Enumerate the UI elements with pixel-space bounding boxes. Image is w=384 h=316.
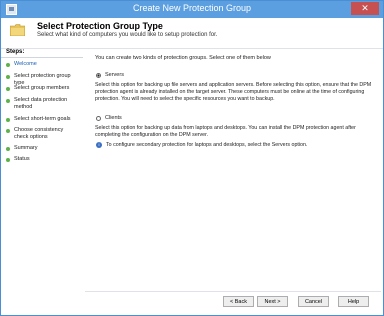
clients-description: Select this option for backing up data f…	[95, 125, 356, 138]
servers-option-label[interactable]: Servers	[105, 72, 124, 78]
window-title: Create New Protection Group	[132, 3, 252, 13]
cancel-button[interactable]: Cancel	[298, 296, 329, 307]
clients-radio[interactable]	[96, 116, 101, 121]
page-subtitle: Select what kind of computers you would …	[37, 32, 218, 38]
step-complete-icon	[6, 75, 10, 79]
step-complete-icon	[6, 147, 10, 151]
footer-divider	[85, 291, 381, 292]
help-button[interactable]: Help	[338, 296, 369, 307]
intro-text: You can create two kinds of protection g…	[95, 55, 271, 61]
step-label: Choose consistency check options	[14, 127, 64, 140]
step-label: Status	[14, 156, 30, 162]
page-title: Select Protection Group Type	[37, 21, 163, 31]
step-complete-icon	[6, 63, 10, 67]
folder-icon	[10, 24, 25, 36]
step-complete-icon	[6, 87, 10, 91]
close-button[interactable]: ✕	[351, 2, 379, 15]
step-label: Select short-term goals	[14, 116, 71, 122]
step-complete-icon	[6, 129, 10, 133]
info-text: To configure secondary protection for la…	[106, 142, 308, 148]
next-button[interactable]: Next >	[257, 296, 288, 307]
wizard-window: Create New Protection Group ✕ Select Pro…	[0, 0, 384, 316]
servers-radio[interactable]	[96, 73, 101, 78]
steps-header: Steps:	[6, 49, 25, 55]
step-label: Select group members	[14, 85, 70, 91]
step-label: Select data protection method	[14, 97, 68, 110]
back-button[interactable]: < Back	[223, 296, 254, 307]
wizard-header: Select Protection Group Type Select what…	[1, 18, 383, 49]
step-complete-icon	[6, 118, 10, 122]
step-label: Welcome	[14, 61, 37, 67]
step-complete-icon	[6, 158, 10, 162]
steps-divider	[1, 57, 83, 58]
main-content: You can create two kinds of protection g…	[85, 49, 381, 315]
steps-sidebar: Steps: Welcome Select protection group t…	[1, 49, 83, 315]
step-complete-icon	[6, 99, 10, 103]
servers-description: Select this option for backing up file s…	[95, 82, 372, 102]
title-bar[interactable]: Create New Protection Group ✕	[1, 1, 383, 18]
info-icon: i	[96, 142, 102, 148]
step-label: Summary	[14, 145, 38, 151]
clients-option-label[interactable]: Clients	[105, 115, 122, 121]
